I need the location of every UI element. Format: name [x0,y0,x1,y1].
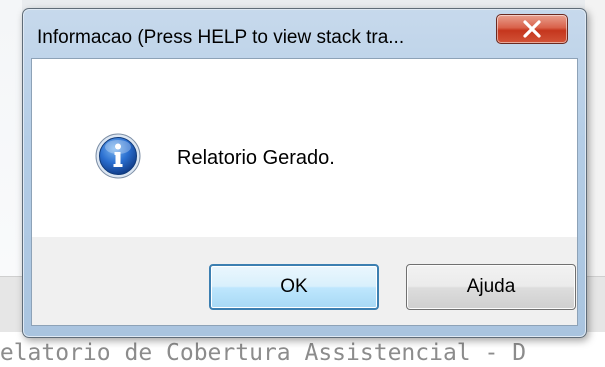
background-report-title: Relatorio de Cobertura Assistencial - D [0,340,527,366]
ok-button-label: OK [280,276,308,297]
close-button[interactable] [496,14,568,44]
help-button[interactable]: Ajuda [406,264,576,310]
help-button-label: Ajuda [466,276,516,297]
dialog-message: Relatorio Gerado. [177,147,335,169]
info-icon [95,133,141,179]
message-dialog: Informacao (Press HELP to view stack tra… [22,8,587,338]
dialog-content: Relatorio Gerado. OK Ajuda [31,58,578,326]
ok-button[interactable]: OK [209,264,379,310]
dialog-title: Informacao (Press HELP to view stack tra… [37,27,405,48]
close-icon [523,20,541,38]
